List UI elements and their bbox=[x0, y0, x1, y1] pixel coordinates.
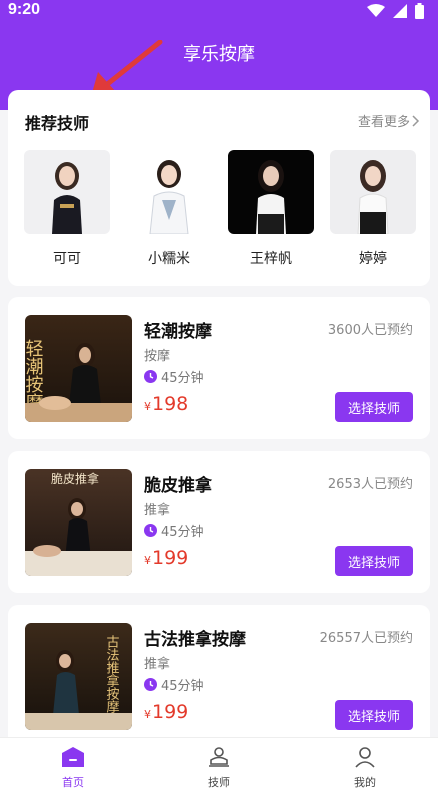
technician-photo bbox=[126, 150, 212, 234]
service-booked-count: 26557人已预约 bbox=[319, 631, 413, 646]
service-duration-text: 45分钟 bbox=[161, 525, 204, 540]
service-name: 脆皮推拿 bbox=[144, 476, 212, 496]
service-card[interactable]: 脆皮推拿 脆皮推拿 2653人已预约 推拿 45分钟 ¥ 199 选择技师 bbox=[8, 451, 430, 593]
technician-photo bbox=[24, 150, 110, 234]
price-currency: ¥ bbox=[144, 400, 151, 413]
view-more-label: 查看更多 bbox=[357, 115, 410, 130]
clock-icon bbox=[144, 370, 157, 383]
price-value: 198 bbox=[152, 393, 189, 415]
price-value: 199 bbox=[152, 547, 189, 569]
tab-profile-label: 我的 bbox=[354, 776, 376, 789]
price-value: 199 bbox=[152, 701, 189, 723]
service-card[interactable]: 古法推拿按摩 古法推拿按摩 26557人已预约 推拿 45分钟 ¥ 199 选择… bbox=[8, 605, 430, 747]
signal-icon bbox=[393, 4, 407, 18]
technician-icon bbox=[209, 747, 229, 767]
technician-item[interactable]: 可可 bbox=[24, 150, 110, 268]
select-technician-button[interactable]: 选择技师 bbox=[335, 546, 413, 576]
price-currency: ¥ bbox=[144, 708, 151, 721]
service-duration: 45分钟 bbox=[144, 675, 204, 694]
technician-item[interactable]: 小糯米 bbox=[126, 150, 212, 268]
service-booked-count: 3600人已预约 bbox=[327, 323, 413, 338]
service-price: ¥ 199 bbox=[144, 701, 188, 723]
service-booked-count: 2653人已预约 bbox=[327, 477, 413, 492]
technician-item[interactable]: 王梓帆 bbox=[228, 150, 314, 268]
service-duration-text: 45分钟 bbox=[161, 371, 204, 386]
tab-technician[interactable]: 技师 bbox=[146, 738, 292, 789]
service-category: 推拿 bbox=[144, 657, 171, 672]
technician-photo bbox=[330, 150, 416, 234]
wifi-icon bbox=[367, 4, 385, 17]
tab-home-label: 首页 bbox=[62, 776, 84, 789]
service-thumbnail: 轻潮按摩 bbox=[25, 315, 132, 422]
status-time: 9:20 bbox=[8, 1, 41, 18]
technician-item[interactable]: 婷婷 bbox=[330, 150, 416, 268]
clock-icon bbox=[144, 678, 157, 691]
service-name: 轻潮按摩 bbox=[144, 322, 212, 342]
technician-name: 小糯米 bbox=[148, 251, 190, 267]
technician-name: 婷婷 bbox=[359, 251, 387, 267]
technician-name: 可可 bbox=[53, 251, 81, 267]
service-price: ¥ 199 bbox=[144, 547, 188, 569]
service-thumbnail: 脆皮推拿 bbox=[25, 469, 132, 576]
service-thumbnail: 古法推拿按摩 bbox=[25, 623, 132, 730]
chevron-right-icon bbox=[412, 114, 420, 127]
recommend-title: 推荐技师 bbox=[25, 114, 90, 133]
select-technician-button[interactable]: 选择技师 bbox=[335, 392, 413, 422]
price-currency: ¥ bbox=[144, 554, 151, 567]
technician-name: 王梓帆 bbox=[250, 251, 292, 267]
service-category: 推拿 bbox=[144, 503, 171, 518]
service-name: 古法推拿按摩 bbox=[144, 630, 246, 650]
tab-technician-label: 技师 bbox=[208, 776, 230, 789]
battery-icon bbox=[415, 3, 424, 19]
bottom-tab-bar: 首页 技师 我的 bbox=[0, 737, 438, 789]
recommend-card: 推荐技师 查看更多 可可 小糯米 王梓帆 婷婷 bbox=[8, 90, 430, 286]
home-icon bbox=[62, 747, 84, 767]
service-card[interactable]: 轻潮按摩 轻潮按摩 3600人已预约 按摩 45分钟 ¥ 198 选择技师 bbox=[8, 297, 430, 439]
status-icons bbox=[367, 3, 424, 19]
svg-text:古法推拿按摩: 古法推拿按摩 bbox=[104, 635, 120, 714]
select-technician-button[interactable]: 选择技师 bbox=[335, 700, 413, 730]
tab-profile[interactable]: 我的 bbox=[292, 738, 438, 789]
service-category: 按摩 bbox=[144, 349, 171, 364]
page-title: 享乐按摩 bbox=[183, 44, 255, 65]
profile-icon bbox=[355, 747, 375, 768]
svg-text:脆皮推拿: 脆皮推拿 bbox=[51, 471, 99, 486]
clock-icon bbox=[144, 524, 157, 537]
service-duration-text: 45分钟 bbox=[161, 679, 204, 694]
status-bar: 9:20 bbox=[0, 0, 438, 24]
view-more-link[interactable]: 查看更多 bbox=[358, 111, 420, 130]
technician-list: 可可 小糯米 王梓帆 婷婷 bbox=[24, 150, 416, 268]
technician-photo bbox=[228, 150, 314, 234]
service-duration: 45分钟 bbox=[144, 367, 204, 386]
service-duration: 45分钟 bbox=[144, 521, 204, 540]
service-price: ¥ 198 bbox=[144, 393, 188, 415]
tab-home[interactable]: 首页 bbox=[0, 738, 146, 789]
